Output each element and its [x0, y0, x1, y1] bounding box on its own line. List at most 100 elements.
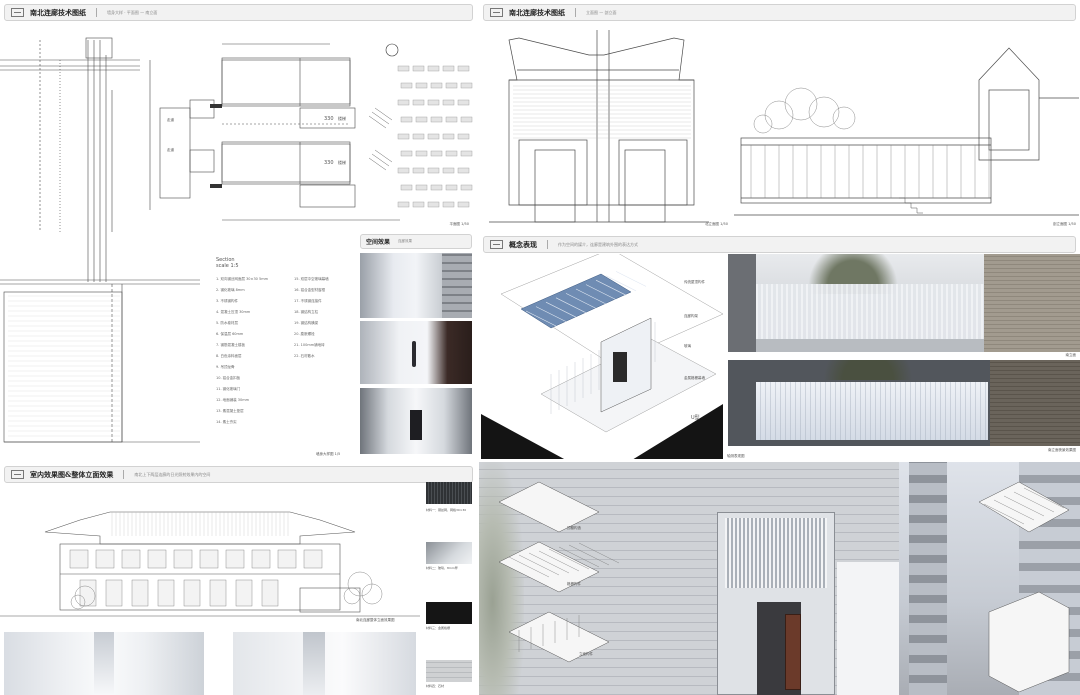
- section-note: 18. 钢结构立柱: [294, 310, 319, 314]
- render-caption-night: 南立面夜景效果图: [1048, 448, 1076, 452]
- section-note: 15. 双层中空玻璃幕墙: [294, 277, 329, 281]
- panel-concept: 概念表现 作为空间的媒介，连廊是建筑外围的表达方式 传统屋顶构件 连廊构架 玻璃…: [479, 232, 1080, 460]
- drawing-shape: [121, 549, 141, 569]
- drawing-shape: [199, 549, 219, 569]
- drawing-shape: [442, 99, 455, 106]
- panel-title: 概念表现: [509, 239, 537, 249]
- drawing-shape: [400, 82, 413, 89]
- drawing-shape: [397, 167, 410, 174]
- plan-room-label-1: 330: [324, 116, 334, 122]
- drawing-shape: [69, 549, 89, 569]
- concept-tag-1: 传统屋顶构件: [684, 280, 705, 284]
- drawing-shape: [442, 65, 455, 72]
- drawing-shape: [79, 579, 97, 607]
- drawing-shape: [415, 150, 428, 157]
- plan-room-label-1b: 楼梯: [338, 116, 346, 121]
- axonometric-caption: 轴测表现图: [727, 454, 745, 458]
- drawing-shape: [303, 549, 323, 569]
- header-logo-icon: [11, 470, 24, 479]
- section-note: 22. 石材散水: [294, 354, 315, 358]
- drawing-shape: [251, 549, 271, 569]
- drawing-shape: [457, 201, 470, 208]
- drawing-shape: [412, 167, 425, 174]
- drawing-shape: [397, 201, 410, 208]
- section-note: 4. 混凝土压顶 30mm: [216, 310, 251, 314]
- section-note: 14. 素土夯实: [216, 420, 237, 424]
- drawing-shape: [147, 549, 167, 569]
- wall-section-drawing: [0, 232, 200, 443]
- concept-tag-3: 玻璃: [684, 344, 691, 348]
- photo-alley: [360, 253, 472, 318]
- component-tag-1: 顶棚构造: [567, 526, 581, 530]
- drawing-shape: [430, 184, 443, 191]
- spatial-effect-header: 空间效果 连廊效果: [360, 234, 472, 249]
- drawing-shape: [397, 99, 410, 106]
- section-note: 9. 吊顶龙骨: [216, 365, 235, 369]
- concept-tag-4: 金属格栅幕墙: [684, 376, 705, 380]
- drawing-shape: [95, 549, 115, 569]
- section-note: 8. 白色涂料面层: [216, 354, 242, 358]
- render-south-elevation-day: [728, 254, 1080, 352]
- drawing-shape: [105, 579, 123, 607]
- drawing-shape: [131, 579, 149, 607]
- drawing-shape: [400, 184, 413, 191]
- section-note: 20. 膨胀螺栓: [294, 332, 315, 336]
- spatial-effect-subtitle: 连廊效果: [398, 239, 413, 243]
- drawing-shape: [457, 133, 470, 140]
- drawing-shape: [235, 579, 253, 607]
- drawing-shape: [397, 133, 410, 140]
- concept-tag-2: 连廊构架: [684, 314, 698, 318]
- material-swatch-3: [426, 602, 472, 624]
- drawing-shape: [412, 65, 425, 72]
- panel-title: 室内效果图&整体立面效果: [30, 469, 114, 479]
- section-scale: scale 1:5: [216, 263, 239, 269]
- drawing-shape: [430, 82, 443, 89]
- divider: [547, 240, 548, 249]
- section-elevation-caption: 剖立面图 1/50: [1053, 222, 1076, 226]
- wall-section-caption: 墙身大样图 1/5: [316, 452, 341, 456]
- component-tag-2: 格栅构件: [567, 582, 581, 586]
- section-note: 13. 素混凝土垫层: [216, 409, 244, 413]
- panel-technical-drawings-1: 南北连廊技术图纸 墙身大样 · 平面图 — 南立面 330 楼梯 330 楼梯 …: [0, 0, 477, 232]
- header-logo-icon: [490, 240, 503, 249]
- drawing-shape: [400, 116, 413, 123]
- drawing-shape: [412, 133, 425, 140]
- plan-room-label-2: 330: [324, 160, 334, 166]
- drawing-shape: [445, 184, 458, 191]
- drawing-shape: [457, 65, 470, 72]
- drawing-shape: [442, 201, 455, 208]
- section-note: 6. 保温层 60mm: [216, 332, 244, 336]
- component-axonometrics: [498, 481, 1070, 693]
- section-note: 12. 地面铺装 30mm: [216, 398, 250, 402]
- drawing-shape: [225, 549, 245, 569]
- drawing-shape: [412, 201, 425, 208]
- render-south-elevation-night: [728, 360, 1080, 446]
- section-note: 1. 双向钢丝网面层 30×30 5mm: [216, 277, 269, 281]
- drawing-shape: [157, 579, 175, 607]
- panel-subtitle: 南北上下两层连廊的日光照射效果内的空间: [134, 471, 211, 477]
- drawing-shape: [173, 549, 193, 569]
- plan-caption-text: 平面图: [449, 222, 461, 226]
- section-note: 2. 钢化玻璃 8mm: [216, 288, 245, 292]
- drawing-shape: [460, 116, 473, 123]
- drawing-shape: [445, 150, 458, 157]
- drawing-shape: [445, 82, 458, 89]
- drawing-shape: [460, 184, 473, 191]
- panel-wall-section: Section scale 1:5 1. 双向钢丝网面层 30×30 5mm 2.…: [0, 232, 477, 460]
- photo-corridor: [360, 388, 472, 454]
- render-caption-day: 南立面: [1065, 353, 1077, 357]
- section-note: 16. 铝合金型材窗框: [294, 288, 326, 292]
- spatial-effect-title: 空间效果: [366, 239, 391, 246]
- drawing-shape: [442, 133, 455, 140]
- drawing-shape: [427, 65, 440, 72]
- section-note: 3. 不锈钢构件: [216, 299, 238, 303]
- photo-interior-figure: [360, 321, 472, 384]
- drawing-shape: [415, 82, 428, 89]
- component-tag-3: 立面构件: [579, 652, 593, 656]
- elevation-drawing: [489, 30, 1079, 223]
- drawing-shape: [430, 116, 443, 123]
- panel-interior-facade: 室内效果图&整体立面效果 南北上下两层连廊的日光照射效果内的空间 南北连廊整体立…: [0, 462, 477, 695]
- plan-zone-label-2: 走道: [167, 148, 174, 152]
- section-note: 21. 100mm铺地砖: [294, 343, 325, 347]
- drawing-shape: [209, 579, 227, 607]
